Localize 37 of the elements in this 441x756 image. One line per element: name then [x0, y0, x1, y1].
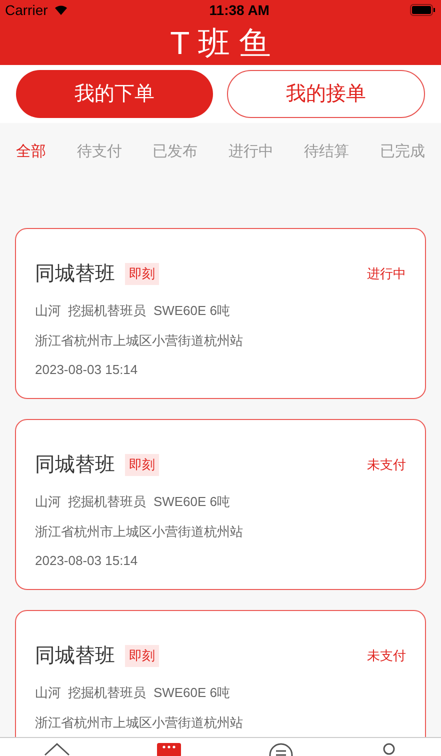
- filter-tab[interactable]: 已完成: [380, 140, 425, 164]
- filter-tab[interactable]: 待支付: [76, 140, 122, 164]
- order-card[interactable]: 同城替班 即刻 未支付 山河 挖掘机替班员 SWE60E 6吨 浙江省杭州市上城区小营街道杭州站: [15, 610, 426, 737]
- order-details: 山河 挖掘机替班员 SWE60E 6吨: [35, 493, 232, 511]
- order-address: 浙江省杭州市上城区小营街道杭州站: [35, 332, 244, 350]
- order-time: 2023-08-03 15:14: [35, 361, 139, 379]
- order-tag: 即刻: [125, 263, 159, 285]
- home-icon[interactable]: [44, 742, 70, 756]
- order-card[interactable]: 同城替班 即刻 未支付 山河 挖掘机替班员 SWE60E 6吨 浙江省杭州市上城区小营街道杭州站 2023-08-03 15:14: [15, 419, 426, 590]
- filter-tab[interactable]: 待结算: [304, 140, 350, 164]
- filter-tab[interactable]: 全部: [16, 140, 46, 164]
- filter-tab[interactable]: 已发布: [152, 140, 198, 164]
- order-status: 未支付: [367, 456, 406, 474]
- order-address: 浙江省杭州市上城区小营街道杭州站: [35, 714, 244, 732]
- order-title: 同城替班: [35, 262, 115, 287]
- segment-button[interactable]: 我的接单: [226, 70, 425, 118]
- order-details: 山河 挖掘机替班员 SWE60E 6吨: [35, 684, 232, 702]
- order-title: 同城替班: [35, 644, 115, 669]
- order-status: 未支付: [367, 647, 406, 666]
- app-title: T 班 鱼: [170, 26, 271, 58]
- order-tag: 即刻: [125, 645, 159, 667]
- orders-icon[interactable]: [156, 742, 181, 756]
- order-address: 浙江省杭州市上城区小营街道杭州站: [35, 522, 244, 540]
- status-time: 11:38 AM: [209, 0, 270, 20]
- filter-tab[interactable]: 进行中: [228, 140, 274, 164]
- carrier-label: Carrier: [5, 0, 48, 20]
- order-details: 山河 挖掘机替班员 SWE60E 6吨: [35, 302, 232, 320]
- order-title: 同城替班: [35, 453, 115, 478]
- segment-button[interactable]: 我的下单: [16, 70, 212, 118]
- chat-icon[interactable]: [268, 742, 294, 756]
- person-icon[interactable]: [381, 742, 398, 756]
- order-status: 进行中: [367, 265, 406, 284]
- wifi-icon: [52, 4, 69, 16]
- order-time: 2023-08-03 15:14: [35, 552, 139, 570]
- order-tag: 即刻: [125, 454, 159, 476]
- battery-icon: [410, 4, 436, 16]
- order-card[interactable]: 同城替班 即刻 进行中 山河 挖掘机替班员 SWE60E 6吨 浙江省杭州市上城区小营街道杭州站 2023-08-03 15:14: [15, 228, 426, 399]
